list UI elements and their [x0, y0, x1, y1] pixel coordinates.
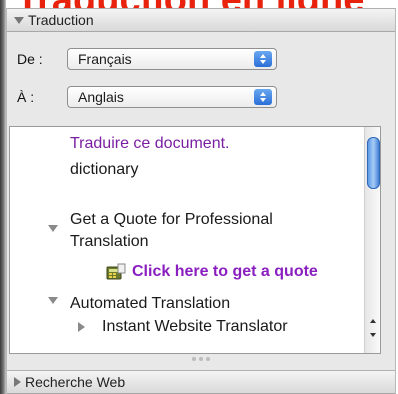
disclosure-triangle-icon[interactable] [78, 322, 85, 332]
results-scrollbar[interactable] [364, 127, 380, 353]
web-search-header-label: Recherche Web [25, 374, 126, 390]
web-search-section-header[interactable]: Recherche Web [7, 370, 395, 394]
dictionary-item[interactable]: dictionary [70, 159, 138, 181]
target-language-row: À : Anglais [7, 86, 277, 108]
target-language-select[interactable]: Anglais [67, 86, 277, 108]
disclosure-triangle-icon[interactable] [48, 225, 58, 232]
get-quote-label: Click here to get a quote [132, 263, 318, 280]
scroll-up-arrow-icon[interactable] [365, 315, 380, 327]
quote-calculator-icon [106, 263, 126, 281]
disclosure-triangle-icon[interactable] [48, 297, 58, 304]
expand-triangle-icon[interactable] [14, 377, 21, 387]
traduction-section-header[interactable]: Traduction [7, 8, 395, 32]
target-language-value: Anglais [78, 89, 124, 105]
source-language-select[interactable]: Français [67, 48, 277, 70]
pro-translation-heading: Get a Quote for Professional Translation [70, 211, 273, 250]
translate-document-link[interactable]: Traduire ce document. [70, 133, 229, 155]
source-language-label: De : [17, 51, 43, 67]
splitter-handle[interactable] [7, 352, 395, 366]
target-language-label: À : [17, 89, 35, 105]
automated-translation-heading: Automated Translation [70, 295, 231, 312]
scrollbar-thumb[interactable] [367, 137, 380, 189]
collapse-triangle-icon[interactable] [14, 16, 24, 24]
traduction-header-label: Traduction [28, 12, 94, 28]
source-language-row: De : Français [7, 48, 277, 70]
source-language-value: Français [78, 51, 132, 67]
website-translator-item[interactable]: Instant Website Translator [102, 316, 288, 338]
scroll-down-arrow-icon[interactable] [365, 329, 380, 341]
get-quote-link[interactable]: Click here to get a quote [106, 263, 318, 281]
translation-results-list: Traduire ce document. dictionary Get a Q… [9, 126, 381, 354]
translation-panel: Traduction De : Français À : Anglais Tra… [6, 8, 396, 394]
popup-arrows-icon [254, 89, 272, 105]
popup-arrows-icon [254, 51, 272, 67]
